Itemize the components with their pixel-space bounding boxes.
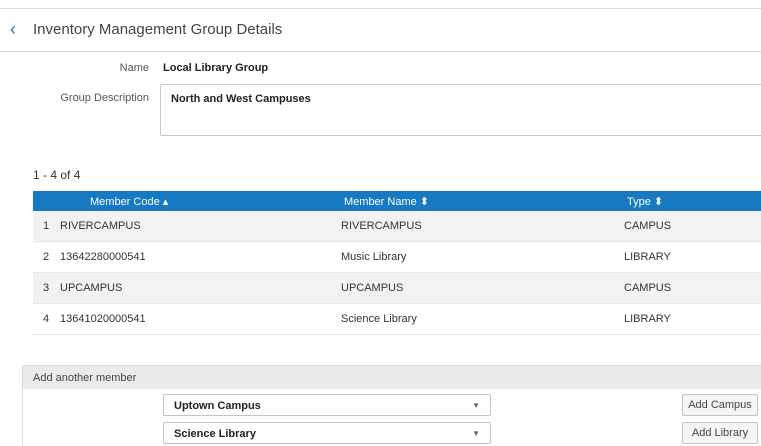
member-type: CAMPUS <box>624 282 672 294</box>
table-row[interactable]: 4 13641020000541 Science Library LIBRARY <box>33 304 761 335</box>
name-label: Name <box>119 62 149 74</box>
member-name: Science Library <box>341 313 417 325</box>
member-code: 13642280000541 <box>60 251 146 263</box>
row-index: 1 <box>43 220 50 232</box>
members-table: Member Code ▴ Member Name ⬍ Type ⬍ 1 RIV… <box>33 191 761 335</box>
group-description-field[interactable]: North and West Campuses <box>160 84 761 136</box>
library-select[interactable]: Science Library ▼ <box>163 422 491 444</box>
table-header: Member Code ▴ Member Name ⬍ Type ⬍ <box>33 191 761 211</box>
row-index: 4 <box>43 313 50 325</box>
column-member-code[interactable]: Member Code ▴ <box>90 195 168 208</box>
library-select-value: Science Library <box>174 428 256 440</box>
add-library-button[interactable]: Add Library <box>682 422 758 444</box>
add-member-title: Add another member <box>23 366 761 389</box>
row-index: 2 <box>43 251 50 263</box>
member-name: RIVERCAMPUS <box>341 220 422 232</box>
pagination-count: 1 - 4 of 4 <box>33 168 81 182</box>
column-member-name[interactable]: Member Name ⬍ <box>344 195 429 208</box>
campus-select-value: Uptown Campus <box>174 400 261 412</box>
member-code: RIVERCAMPUS <box>60 220 141 232</box>
add-member-panel: Add another member Uptown Campus ▼ Add C… <box>22 365 761 446</box>
add-campus-button[interactable]: Add Campus <box>682 394 758 416</box>
dropdown-caret-icon: ▼ <box>472 429 480 438</box>
member-code: 13641020000541 <box>60 313 146 325</box>
member-name: Music Library <box>341 251 407 263</box>
row-index: 3 <box>43 282 50 294</box>
member-type: LIBRARY <box>624 313 671 325</box>
name-value: Local Library Group <box>163 62 269 74</box>
dropdown-caret-icon: ▼ <box>472 401 480 410</box>
back-chevron-icon[interactable]: ‹ <box>10 19 16 39</box>
table-row[interactable]: 3 UPCAMPUS UPCAMPUS CAMPUS <box>33 273 761 304</box>
campus-select[interactable]: Uptown Campus ▼ <box>163 394 491 416</box>
member-code: UPCAMPUS <box>60 282 123 294</box>
table-row[interactable]: 1 RIVERCAMPUS RIVERCAMPUS CAMPUS <box>33 211 761 242</box>
page-title: Inventory Management Group Details <box>33 21 283 38</box>
member-name: UPCAMPUS <box>341 282 404 294</box>
table-row[interactable]: 2 13642280000541 Music Library LIBRARY <box>33 242 761 273</box>
group-description-label: Group Description <box>60 92 149 104</box>
column-type[interactable]: Type ⬍ <box>627 195 663 208</box>
member-type: CAMPUS <box>624 220 672 232</box>
page-header: ‹ Inventory Management Group Details <box>0 8 761 52</box>
member-type: LIBRARY <box>624 251 671 263</box>
